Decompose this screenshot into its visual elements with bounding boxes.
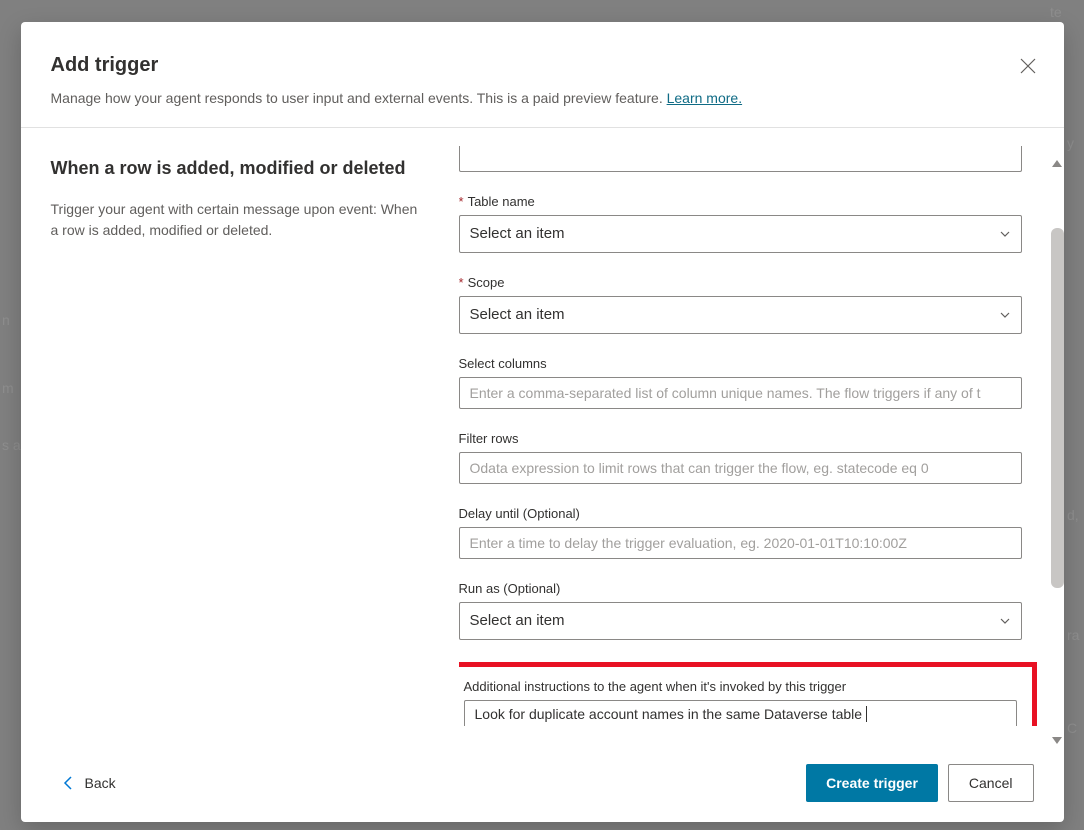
select-columns-input[interactable] (459, 377, 1022, 409)
filter-rows-input[interactable] (459, 452, 1022, 484)
form-scrollable-area[interactable]: * Table name Select an item * Scope (459, 146, 1042, 726)
scroll-up-icon[interactable] (1052, 160, 1062, 167)
modal-subtitle: Manage how your agent responds to user i… (51, 89, 1034, 109)
left-panel: When a row is added, modified or deleted… (21, 128, 451, 744)
table-name-value: Select an item (470, 225, 565, 242)
modal-overlay: Add trigger Manage how your agent respon… (0, 0, 1084, 830)
run-as-value: Select an item (470, 612, 565, 629)
select-columns-label: Select columns (459, 356, 1022, 371)
scope-label-text: Scope (468, 275, 505, 290)
select-columns-group: Select columns (459, 356, 1022, 409)
form-content: * Table name Select an item * Scope (459, 146, 1042, 726)
subtitle-text: Manage how your agent responds to user i… (51, 90, 667, 106)
close-icon (1020, 58, 1036, 74)
additional-instructions-label: Additional instructions to the agent whe… (464, 679, 1017, 694)
filter-rows-group: Filter rows (459, 431, 1022, 484)
scope-group: * Scope Select an item (459, 275, 1022, 334)
back-label: Back (85, 775, 116, 791)
chevron-down-icon (999, 228, 1011, 240)
create-trigger-button[interactable]: Create trigger (806, 764, 938, 802)
truncated-field-top[interactable] (459, 146, 1022, 172)
table-name-label: * Table name (459, 194, 1022, 209)
table-name-group: * Table name Select an item (459, 194, 1022, 253)
right-panel: * Table name Select an item * Scope (451, 128, 1064, 744)
modal-title: Add trigger (51, 54, 1034, 77)
table-name-select[interactable]: Select an item (459, 215, 1022, 253)
learn-more-link[interactable]: Learn more. (667, 90, 742, 106)
scope-select[interactable]: Select an item (459, 296, 1022, 334)
modal-body: When a row is added, modified or deleted… (21, 128, 1064, 744)
cancel-button[interactable]: Cancel (948, 764, 1034, 802)
modal-header: Add trigger Manage how your agent respon… (21, 22, 1064, 128)
additional-instructions-value: Look for duplicate account names in the … (475, 706, 863, 722)
modal-footer: Back Create trigger Cancel (21, 744, 1064, 822)
delay-until-label: Delay until (Optional) (459, 506, 1022, 521)
table-name-label-text: Table name (468, 194, 535, 209)
scrollbar-thumb[interactable] (1051, 228, 1064, 588)
trigger-type-title: When a row is added, modified or deleted (51, 158, 421, 179)
add-trigger-modal: Add trigger Manage how your agent respon… (21, 22, 1064, 822)
chevron-down-icon (999, 309, 1011, 321)
footer-actions: Create trigger Cancel (806, 764, 1033, 802)
delay-until-group: Delay until (Optional) (459, 506, 1022, 559)
required-indicator: * (459, 194, 464, 209)
scroll-down-icon[interactable] (1052, 737, 1062, 744)
run-as-label: Run as (Optional) (459, 581, 1022, 596)
close-button[interactable] (1014, 52, 1042, 80)
required-indicator: * (459, 275, 464, 290)
text-cursor (862, 706, 867, 722)
delay-until-input[interactable] (459, 527, 1022, 559)
trigger-type-description: Trigger your agent with certain message … (51, 199, 421, 241)
scope-value: Select an item (470, 306, 565, 323)
additional-instructions-input[interactable]: Look for duplicate account names in the … (464, 700, 1017, 726)
run-as-group: Run as (Optional) Select an item (459, 581, 1022, 640)
filter-rows-label: Filter rows (459, 431, 1022, 446)
chevron-down-icon (999, 615, 1011, 627)
highlighted-instructions-box: Additional instructions to the agent whe… (459, 662, 1037, 726)
run-as-select[interactable]: Select an item (459, 602, 1022, 640)
chevron-left-icon (63, 776, 75, 790)
scope-label: * Scope (459, 275, 1022, 290)
back-button[interactable]: Back (51, 767, 128, 799)
